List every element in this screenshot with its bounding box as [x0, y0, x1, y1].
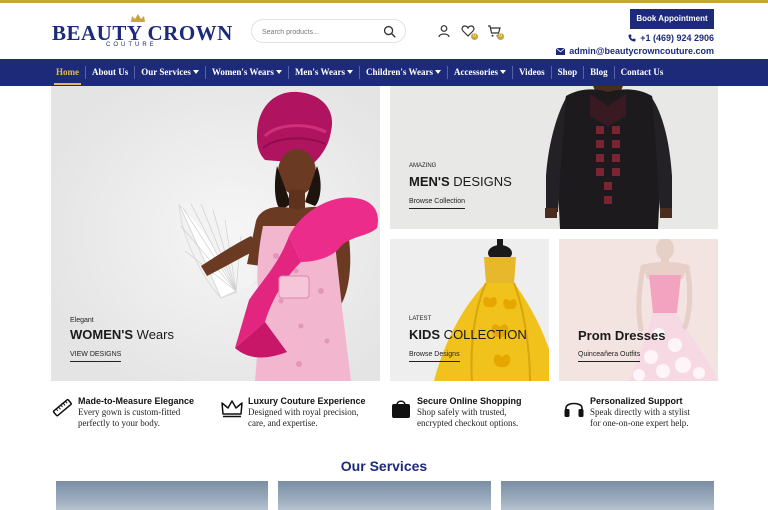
nav-item-label: Women's Wears	[211, 67, 274, 77]
nav-item-children-s-wears[interactable]: Children's Wears	[359, 66, 447, 79]
services-heading: Our Services	[340, 458, 428, 474]
nav-item-label: Home	[56, 67, 79, 77]
phone-icon	[628, 34, 636, 42]
feature-title: Luxury Couture Experience	[248, 396, 366, 406]
shopping-bag-icon	[392, 400, 410, 418]
feature-title: Made-to-Measure Elegance	[78, 396, 195, 406]
nav-list: Home About Us Our Services Women's Wears Men…	[52, 59, 669, 86]
cart-button[interactable]: 0	[487, 24, 504, 40]
nav-item-label: About Us	[92, 67, 129, 77]
service-card-image[interactable]	[278, 481, 491, 510]
feature-description: Shop safely with trusted, encrypted check…	[417, 407, 519, 428]
search-icon[interactable]	[383, 25, 396, 38]
nav-item-accessories[interactable]: Accessories	[446, 66, 512, 79]
nav-item-our-services[interactable]: Our Services	[134, 66, 205, 79]
mens-eyebrow: AMAZING	[409, 163, 437, 169]
nav-item-label: Men's Wears	[294, 67, 346, 77]
nav-item-about-us[interactable]: About Us	[85, 66, 134, 79]
chevron-down-icon	[499, 70, 506, 74]
nav-item-label: Children's Wears	[366, 67, 433, 77]
wishlist-button[interactable]: 0	[461, 24, 478, 40]
nav-item-label: Accessories	[453, 67, 498, 77]
mens-title: MEN'S DESIGNS	[409, 174, 512, 189]
site-header: BEAUTY CROWN COUTURE 0 0 Book Appointmen…	[0, 3, 768, 59]
mens-browse-collection-link[interactable]: Browse Collection	[409, 198, 466, 209]
kids-browse-designs-link[interactable]: Browse Designs	[409, 351, 460, 362]
cart-count-badge: 0	[497, 33, 504, 40]
feature-description: Designed with royal precision, care, and …	[248, 407, 359, 428]
nav-item-contact-us[interactable]: Contact Us	[613, 66, 670, 79]
feature-title: Personalized Support	[590, 396, 683, 406]
nav-item-label: Contact Us	[620, 67, 664, 77]
nav-item-home[interactable]: Home	[52, 66, 85, 85]
womens-view-designs-link[interactable]: VIEW DESIGNS	[70, 351, 122, 362]
banner-mens-designs[interactable]: AMAZING MEN'S DESIGNS Browse Collection	[390, 86, 718, 229]
user-icon[interactable]	[437, 24, 451, 38]
headphones-icon	[564, 402, 584, 417]
banner-prom-dresses[interactable]: Prom Dresses Quinceañera Outfits	[559, 239, 718, 381]
search-box	[251, 19, 406, 43]
main-navigation: Home About Us Our Services Women's Wears Men…	[0, 59, 768, 86]
chevron-down-icon	[275, 70, 282, 74]
nav-item-blog[interactable]: Blog	[583, 66, 614, 79]
kids-eyebrow: LATEST	[409, 316, 432, 322]
brand-logo[interactable]: BEAUTY CROWN COUTURE	[52, 14, 232, 51]
measuring-tape-icon	[52, 398, 72, 417]
brand-tagline: COUTURE	[106, 42, 157, 48]
service-card-image[interactable]	[56, 481, 268, 510]
prom-title: Prom Dresses	[578, 328, 666, 343]
chevron-down-icon	[434, 70, 441, 74]
nav-item-shop[interactable]: Shop	[550, 66, 584, 79]
chevron-down-icon	[347, 70, 354, 74]
nav-item-label: Our Services	[141, 67, 191, 77]
womens-eyebrow: Elegant	[70, 317, 94, 324]
wishlist-count-badge: 0	[471, 33, 478, 40]
prom-quinceanera-link[interactable]: Quinceañera Outfits	[578, 351, 641, 362]
nav-item-label: Shop	[557, 67, 578, 77]
banner-kids-collection[interactable]: LATEST KIDS COLLECTION Browse Designs	[390, 239, 549, 381]
contact-email[interactable]: admin@beautycrowncouture.com	[556, 46, 714, 56]
phone-number: +1 (469) 924 2906	[640, 33, 714, 43]
crown-icon	[221, 400, 243, 418]
nav-item-women-s-wears[interactable]: Women's Wears	[204, 66, 288, 79]
feature-description: Every gown is custom-fitted perfectly to …	[78, 407, 181, 428]
womens-title: WOMEN'S Wears	[70, 327, 174, 342]
chevron-down-icon	[192, 70, 199, 74]
email-icon	[556, 48, 566, 55]
nav-item-videos[interactable]: Videos	[511, 66, 551, 79]
kids-title: KIDS COLLECTION	[409, 327, 527, 342]
email-address: admin@beautycrowncouture.com	[569, 46, 714, 56]
feature-description: Speak directly with a stylist for one-on-…	[590, 407, 690, 428]
service-card-image[interactable]	[501, 481, 714, 510]
search-input[interactable]	[262, 25, 374, 39]
contact-phone[interactable]: +1 (469) 924 2906	[628, 33, 714, 43]
banner-womens-wears[interactable]: Elegant WOMEN'S Wears VIEW DESIGNS	[51, 86, 380, 381]
book-appointment-button[interactable]: Book Appointment	[630, 9, 714, 29]
nav-item-men-s-wears[interactable]: Men's Wears	[287, 66, 359, 79]
nav-item-label: Videos	[518, 67, 545, 77]
nav-item-label: Blog	[590, 67, 608, 77]
feature-title: Secure Online Shopping	[417, 396, 522, 406]
